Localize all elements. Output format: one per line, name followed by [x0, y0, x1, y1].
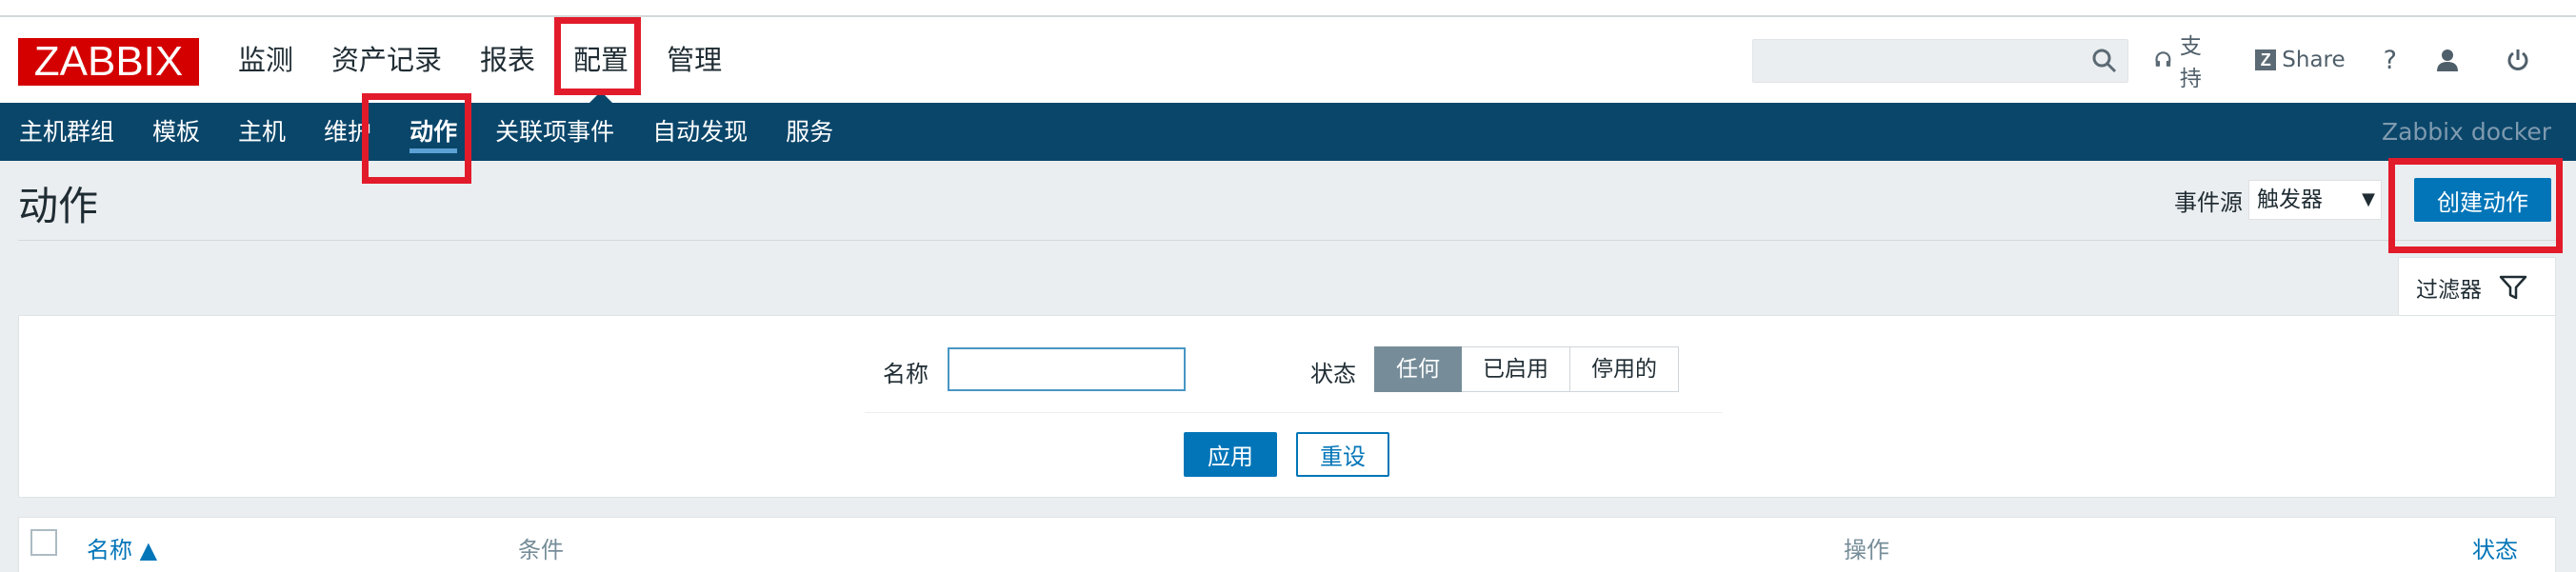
event-source-label: 事件源 — [2174, 188, 2243, 216]
subnav-item-host-groups[interactable]: 主机群组 — [0, 103, 133, 161]
status-option-any[interactable]: 任何 — [1374, 346, 1462, 392]
menu-item-monitoring[interactable]: 监测 — [219, 17, 312, 103]
name-filter-input[interactable] — [948, 347, 1186, 391]
zabbix-logo[interactable]: ZABBIX — [18, 38, 199, 86]
power-icon — [2507, 49, 2528, 70]
support-label: 支持 — [2179, 34, 2202, 91]
menu-item-reports[interactable]: 报表 — [461, 17, 554, 103]
apply-button[interactable]: 应用 — [1184, 432, 1277, 477]
filter-tab[interactable]: 过滤器 — [2398, 257, 2556, 316]
help-icon: ? — [2383, 45, 2397, 75]
reset-button[interactable]: 重设 — [1296, 432, 1389, 477]
subnav-item-templates[interactable]: 模板 — [133, 103, 219, 161]
share-label: Share — [2282, 48, 2346, 72]
filter-icon — [2499, 275, 2527, 299]
status-option-disabled[interactable]: 停用的 — [1570, 346, 1679, 392]
help-link[interactable]: ? — [2384, 46, 2397, 75]
page-title: 动作 — [18, 183, 99, 229]
chevron-down-icon: ▼ — [2362, 189, 2375, 209]
subnav-item-event-correlation[interactable]: 关联项事件 — [476, 103, 633, 161]
select-all-checkbox[interactable] — [30, 529, 57, 556]
event-source-value: 触发器 — [2257, 187, 2323, 212]
page-controls: 事件源 触发器 ▼ 创建动作 — [2174, 176, 2576, 224]
server-name: Zabbix docker — [2381, 118, 2551, 146]
top-header: ZABBIX 监测 资产记录 报表 配置 管理 支持 Z Share ? — [0, 17, 2576, 103]
subnav-item-discovery[interactable]: 自动发现 — [633, 103, 767, 161]
name-filter-label: 名称 — [883, 361, 929, 387]
filter-tab-label: 过滤器 — [2416, 277, 2482, 303]
column-header-conditions: 条件 — [518, 537, 564, 563]
zabbix-share-icon: Z — [2255, 49, 2277, 70]
create-action-button[interactable]: 创建动作 — [2414, 178, 2551, 222]
user-icon — [2437, 49, 2458, 71]
sub-navigation: 主机群组 模板 主机 维护 动作 关联项事件 自动发现 服务 Zabbix do… — [0, 103, 2576, 161]
actions-table-header: 名称 ▲ 条件 操作 状态 — [18, 517, 2556, 572]
subnav-item-maintenance[interactable]: 维护 — [305, 103, 390, 161]
filter-panel: 名称 状态 任何 已启用 停用的 应用 重设 — [18, 315, 2556, 498]
main-menu: 监测 资产记录 报表 配置 管理 — [219, 17, 741, 103]
sign-out-link[interactable] — [2506, 48, 2538, 72]
subnav-item-actions[interactable]: 动作 — [390, 103, 476, 161]
status-option-enabled[interactable]: 已启用 — [1462, 346, 1570, 392]
share-link[interactable]: Z Share — [2255, 48, 2346, 72]
search-icon[interactable] — [2091, 48, 2118, 74]
menu-item-administration[interactable]: 管理 — [648, 17, 741, 103]
menu-item-configuration[interactable]: 配置 — [554, 17, 648, 103]
header-links: 支持 Z Share ? — [2154, 17, 2576, 103]
status-radio-group: 任何 已启用 停用的 — [1374, 346, 1679, 392]
column-header-operations: 操作 — [1844, 537, 1889, 563]
menu-item-inventory[interactable]: 资产记录 — [312, 17, 461, 103]
support-link[interactable]: 支持 — [2154, 28, 2217, 92]
subnav-item-services[interactable]: 服务 — [767, 103, 852, 161]
header-divider — [18, 240, 2556, 241]
headset-icon — [2155, 51, 2171, 67]
column-header-status[interactable]: 状态 — [2472, 531, 2518, 564]
global-search-input[interactable] — [1752, 39, 2128, 83]
event-source-select[interactable]: 触发器 ▼ — [2248, 180, 2382, 220]
status-filter-label: 状态 — [1310, 361, 1356, 387]
user-profile-link[interactable] — [2435, 48, 2467, 72]
filter-separator — [865, 412, 1722, 413]
subnav-item-hosts[interactable]: 主机 — [219, 103, 305, 161]
column-header-name[interactable]: 名称 ▲ — [87, 531, 157, 564]
top-border — [0, 0, 2576, 17]
